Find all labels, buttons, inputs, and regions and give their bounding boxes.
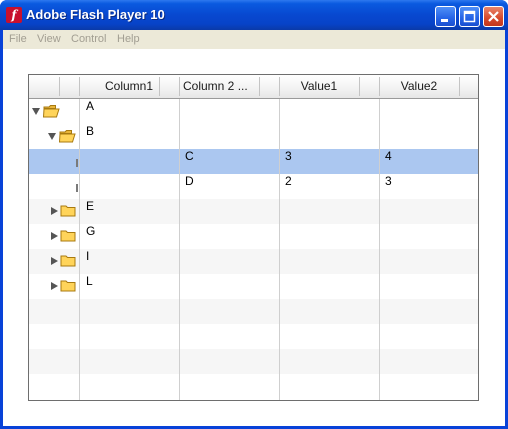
table-row[interactable]: B — [29, 124, 478, 149]
folder-icon — [60, 255, 76, 267]
empty-row — [29, 374, 478, 399]
row-label: I — [86, 249, 90, 263]
column-divider — [79, 99, 80, 400]
cell-value1: 3 — [285, 149, 292, 163]
close-button[interactable] — [483, 6, 504, 27]
menu-file[interactable]: File — [9, 33, 27, 45]
folder-icon — [60, 230, 76, 242]
row-label: G — [86, 224, 96, 238]
expanded-arrow-icon[interactable] — [48, 133, 56, 140]
menu-help[interactable]: Help — [117, 33, 140, 45]
row-label: A — [86, 99, 95, 113]
folder-icon — [60, 280, 76, 292]
column-divider — [379, 99, 380, 400]
app-window: f Adobe Flash Player 10 File View Contro… — [0, 0, 508, 429]
header-separator — [59, 77, 60, 96]
folder-icon — [60, 205, 76, 217]
empty-row — [29, 349, 478, 374]
cell-column2: C — [185, 149, 194, 163]
expanded-arrow-icon[interactable] — [32, 108, 40, 115]
table-row[interactable]: D 2 3 — [29, 174, 478, 199]
client-area: File View Control Help Column1 Column 2 … — [3, 30, 505, 426]
menu-view[interactable]: View — [37, 33, 61, 45]
tree-data-grid[interactable]: Column1 Column 2 ... Value1 Value2 A B C… — [28, 74, 479, 401]
table-row[interactable]: G — [29, 224, 478, 249]
table-row-selected[interactable]: C 3 4 — [29, 149, 478, 174]
cell-value2: 3 — [385, 174, 392, 188]
collapsed-arrow-icon[interactable] — [51, 232, 58, 240]
cell-value1: 2 — [285, 174, 292, 188]
minimize-icon — [441, 19, 448, 22]
flash-app-icon: f — [6, 7, 22, 23]
collapsed-arrow-icon[interactable] — [51, 207, 58, 215]
table-row[interactable]: A — [29, 99, 478, 124]
header-column1[interactable]: Column1 — [80, 75, 178, 98]
leaf-marker — [76, 184, 78, 192]
leaf-marker — [76, 159, 78, 167]
row-label: B — [86, 124, 95, 138]
window-title: Adobe Flash Player 10 — [26, 7, 165, 22]
column-divider — [279, 99, 280, 400]
grid-header: Column1 Column 2 ... Value1 Value2 — [29, 75, 478, 99]
empty-row — [29, 324, 478, 349]
header-separator — [359, 77, 360, 96]
title-bar[interactable]: f Adobe Flash Player 10 — [0, 0, 508, 30]
header-value1[interactable]: Value1 — [280, 75, 358, 98]
header-separator — [259, 77, 260, 96]
header-column2[interactable]: Column 2 ... — [180, 75, 261, 98]
open-folder-icon — [43, 105, 60, 118]
maximize-icon — [463, 10, 476, 23]
minimize-button[interactable] — [435, 6, 456, 27]
row-label: E — [86, 199, 95, 213]
row-label: L — [86, 274, 93, 288]
table-row[interactable]: E — [29, 199, 478, 224]
header-separator — [459, 77, 460, 96]
collapsed-arrow-icon[interactable] — [51, 257, 58, 265]
column-divider — [179, 99, 180, 400]
menu-bar: File View Control Help — [3, 30, 505, 49]
table-row[interactable]: L — [29, 274, 478, 299]
cell-value2: 4 — [385, 149, 392, 163]
menu-control[interactable]: Control — [71, 33, 106, 45]
empty-row — [29, 299, 478, 324]
header-separator — [159, 77, 160, 96]
close-icon — [488, 11, 499, 22]
collapsed-arrow-icon[interactable] — [51, 282, 58, 290]
table-row[interactable]: I — [29, 249, 478, 274]
header-value2[interactable]: Value2 — [380, 75, 458, 98]
maximize-button[interactable] — [459, 6, 480, 27]
open-folder-icon — [59, 130, 76, 143]
cell-column2: D — [185, 174, 194, 188]
